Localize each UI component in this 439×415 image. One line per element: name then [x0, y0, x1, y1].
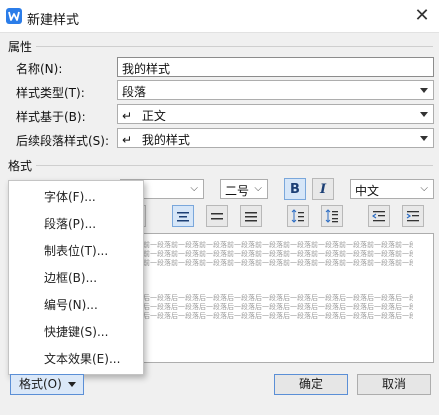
line-spacing-double-button[interactable] — [321, 205, 343, 227]
increase-indent-button[interactable] — [402, 205, 424, 227]
decrease-indent-button[interactable] — [368, 205, 390, 227]
menu-item-text-effects[interactable]: 文本效果(E)... — [44, 350, 120, 367]
indent-icon — [406, 211, 419, 222]
chevron-down-icon: ⌵ — [254, 183, 262, 194]
menu-item-numbering[interactable]: 编号(N)... — [44, 296, 98, 313]
italic-label: I — [319, 181, 327, 197]
line-spacing-single-button[interactable] — [287, 205, 309, 227]
font-size-value: 二号 — [225, 184, 250, 198]
style-preview-pane: 前一段落前一段落前一段落前一段落前一段落前一段落前一段落前一段落前一段落前一段落… — [120, 233, 434, 363]
chevron-down-icon: ⌵ — [420, 183, 428, 194]
format-divider — [36, 165, 433, 166]
format-section-label: 格式 — [8, 159, 33, 173]
format-menu-button[interactable]: 格式(O) — [10, 374, 84, 395]
cancel-button[interactable]: 取消 — [357, 374, 431, 395]
paragraph-mark-icon: ↵ — [122, 133, 133, 147]
chevron-down-icon — [420, 112, 428, 117]
language-value: 中文 — [355, 184, 380, 198]
style-type-value: 段落 — [122, 85, 147, 99]
cancel-button-label: 取消 — [381, 377, 406, 391]
bold-label: B — [290, 181, 300, 197]
line-spacing-icon — [291, 209, 304, 223]
preview-previous-paragraph: 前一段落前一段落前一段落前一段落前一段落前一段落前一段落前一段落前一段落前一段落… — [143, 259, 413, 267]
chevron-down-icon — [68, 382, 76, 387]
preview-next-paragraph: 后一段落后一段落后一段落后一段落后一段落后一段落后一段落后一段落后一段落后一段落… — [143, 294, 413, 302]
paragraph-mark-icon: ↵ — [122, 109, 133, 123]
menu-item-paragraph[interactable]: 段落(P)... — [44, 215, 96, 232]
based-on-select[interactable]: ↵ 正文 — [117, 104, 434, 124]
paragraph-spacing-icon — [325, 209, 338, 223]
menu-item-tabs[interactable]: 制表位(T)... — [44, 242, 108, 259]
italic-button[interactable]: I — [312, 178, 334, 200]
attributes-divider — [36, 46, 433, 47]
wps-logo-icon — [6, 8, 22, 24]
name-label: 名称(N): — [16, 62, 63, 76]
window-title: 新建样式 — [27, 13, 80, 28]
align-center-icon — [177, 212, 189, 222]
language-select[interactable]: 中文 ⌵ — [350, 179, 434, 199]
based-on-value: 正文 — [141, 109, 166, 123]
title-bar: 新建样式 ✕ — [0, 0, 439, 33]
following-style-label: 后续段落样式(S): — [16, 134, 110, 148]
preview-previous-paragraph: 前一段落前一段落前一段落前一段落前一段落前一段落前一段落前一段落前一段落前一段落… — [143, 241, 413, 249]
close-icon[interactable]: ✕ — [411, 5, 433, 27]
bold-button[interactable]: B — [284, 178, 306, 200]
justify-button[interactable] — [240, 205, 262, 227]
preview-next-paragraph: 后一段落后一段落后一段落后一段落后一段落后一段落后一段落后一段落后一段落后一段落… — [143, 303, 413, 311]
format-button-label: 格式(O) — [19, 377, 62, 391]
menu-item-shortcut[interactable]: 快捷键(S)... — [44, 323, 108, 340]
following-style-value: 我的样式 — [141, 133, 190, 147]
name-input[interactable]: 我的样式 — [117, 57, 434, 77]
name-input-value: 我的样式 — [122, 62, 171, 76]
style-type-select[interactable]: 段落 — [117, 80, 434, 100]
outdent-icon — [372, 211, 385, 222]
ok-button-label: 确定 — [298, 377, 323, 391]
following-style-select[interactable]: ↵ 我的样式 — [117, 128, 434, 148]
style-type-label: 样式类型(T): — [16, 86, 85, 100]
ok-button[interactable]: 确定 — [274, 374, 348, 395]
align-center-button[interactable] — [172, 205, 194, 227]
font-size-select[interactable]: 二号 ⌵ — [220, 179, 268, 199]
preview-next-paragraph: 后一段落后一段落后一段落后一段落后一段落后一段落后一段落后一段落后一段落后一段落… — [143, 312, 413, 320]
align-right-button[interactable] — [206, 205, 228, 227]
menu-item-border[interactable]: 边框(B)... — [44, 269, 97, 286]
chevron-down-icon — [420, 136, 428, 141]
menu-item-font[interactable]: 字体(F)... — [44, 188, 96, 205]
chevron-down-icon: ⌵ — [190, 183, 198, 194]
attributes-section-label: 属性 — [8, 40, 33, 54]
justify-icon — [245, 212, 257, 222]
based-on-label: 样式基于(B): — [16, 110, 86, 124]
format-dropdown-menu: 字体(F)... 段落(P)... 制表位(T)... 边框(B)... 编号(… — [8, 180, 144, 375]
chevron-down-icon — [420, 88, 428, 93]
preview-previous-paragraph: 前一段落前一段落前一段落前一段落前一段落前一段落前一段落前一段落前一段落前一段落… — [143, 250, 413, 258]
align-lines-icon — [211, 213, 223, 220]
